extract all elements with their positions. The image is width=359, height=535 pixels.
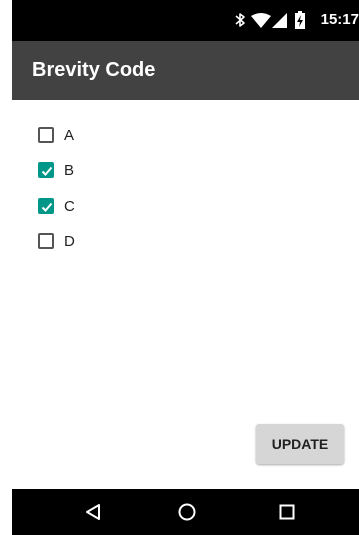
back-icon[interactable] [80, 499, 106, 525]
checkbox-label-d: D [64, 232, 75, 250]
device-frame: 15:17 Brevity Code A B C D UPDATE [0, 0, 359, 535]
navigation-bar [12, 489, 359, 535]
checkbox-option-b[interactable]: B [38, 159, 74, 181]
home-icon[interactable] [174, 499, 200, 525]
app-title: Brevity Code [32, 59, 156, 81]
checkbox-option-c[interactable]: C [38, 195, 75, 217]
check-icon [41, 202, 53, 212]
checkbox-option-a[interactable]: A [38, 124, 74, 146]
wifi-icon [251, 13, 271, 33]
checkbox-label-b: B [64, 161, 75, 179]
recents-icon[interactable] [274, 499, 300, 525]
checkbox-c[interactable] [38, 198, 54, 214]
checkbox-option-d[interactable]: D [38, 230, 75, 252]
checkbox-b[interactable] [38, 162, 54, 178]
status-time: 15:17 [320, 11, 359, 28]
checkbox-d[interactable] [38, 233, 54, 249]
status-bar: 15:17 [12, 0, 359, 41]
check-icon [41, 166, 53, 176]
update-button[interactable]: UPDATE [256, 424, 344, 464]
signal-icon [272, 13, 287, 33]
bluetooth-icon [234, 12, 246, 33]
battery-charging-icon [295, 11, 305, 34]
checkbox-label-c: C [64, 197, 75, 215]
app-bar: Brevity Code [12, 41, 359, 100]
checkbox-label-a: A [64, 126, 75, 144]
phone-screen: 15:17 Brevity Code A B C D UPDATE [12, 0, 359, 535]
checkbox-a[interactable] [38, 127, 54, 143]
